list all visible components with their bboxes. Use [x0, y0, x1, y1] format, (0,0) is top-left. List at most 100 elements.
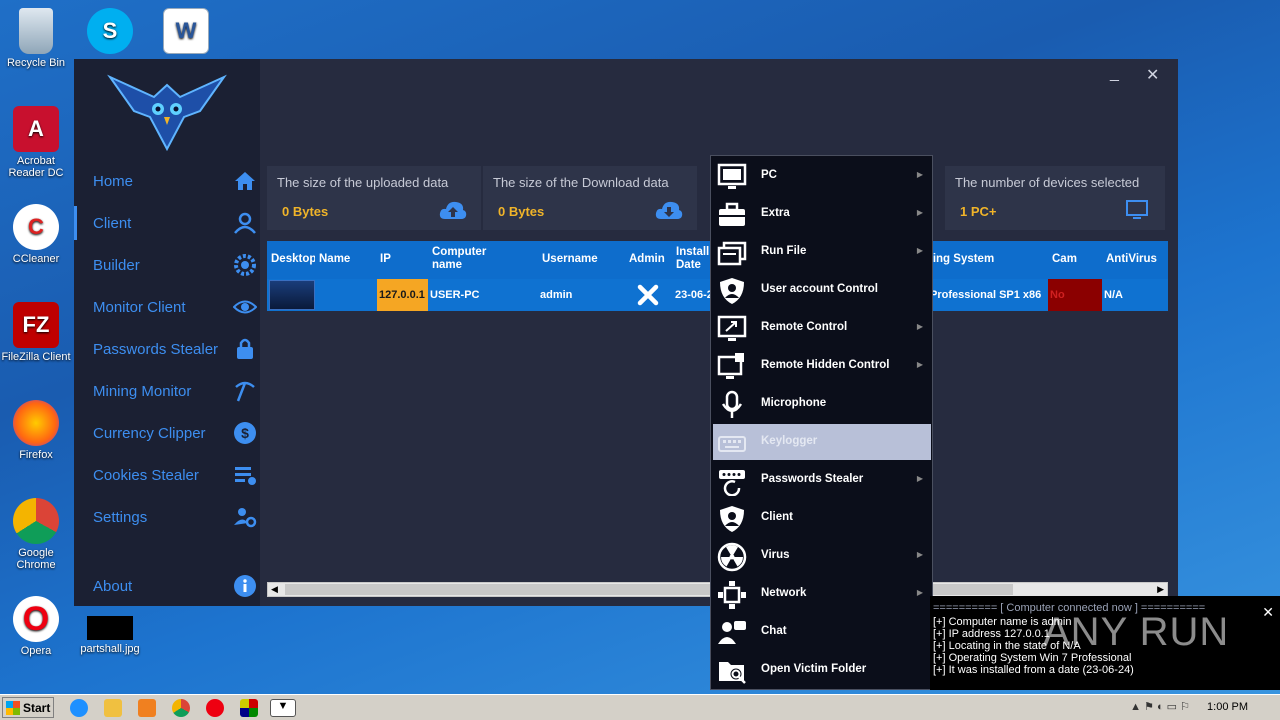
sidebar-item-builder[interactable]: Builder [74, 248, 260, 282]
rat-app-taskbar-icon[interactable]: ▼ [270, 699, 296, 717]
scroll-right-arrow-icon[interactable]: ▶ [1157, 584, 1164, 595]
menu-item-open-victim-folder[interactable]: Open Victim Folder [713, 652, 931, 688]
submenu-arrow-icon: ▶ [916, 550, 923, 559]
menu-item-run-file[interactable]: Run File ▶ [713, 234, 931, 270]
clock: 1:00 PM [1207, 701, 1248, 713]
menu-item-virus[interactable]: Virus ▶ [713, 538, 931, 574]
submenu-arrow-icon: ▶ [916, 208, 923, 217]
menu-item-passwords-stealer[interactable]: Passwords Stealer ▶ [713, 462, 931, 498]
submenu-arrow-icon: ▶ [916, 246, 923, 255]
desktop-icon-acrobat[interactable]: A Acrobat Reader DC [0, 106, 72, 179]
media-player-icon[interactable] [138, 699, 156, 717]
acrobat-icon: A [13, 106, 59, 152]
sidebar-item-passwords-stealer[interactable]: Passwords Stealer [74, 332, 260, 366]
column-computer-name[interactable]: Computer name [432, 246, 502, 272]
desktop-icon-partshall[interactable]: partshall.jpg [74, 616, 146, 655]
taskbar: Start ▼ ▲ ⚑ ◐ ▭ ⚐ 1:00 PM [0, 694, 1280, 720]
explorer-icon[interactable] [104, 699, 122, 717]
user-settings-icon [234, 508, 257, 528]
chrome-taskbar-icon[interactable] [172, 699, 190, 717]
sidebar-item-settings[interactable]: Settings [74, 500, 260, 534]
menu-item-user-account-control[interactable]: User account Control [713, 272, 931, 308]
cloud-download-icon [655, 201, 683, 219]
lock-icon [237, 338, 253, 359]
desktop-icon-opera[interactable]: O Opera [0, 596, 72, 657]
username-value: admin [540, 289, 573, 301]
devices-selected-card: The number of devices selected 1 PC+ [945, 166, 1165, 230]
desktop-icon-skype[interactable]: S [74, 8, 146, 57]
app-taskbar-icon[interactable] [240, 699, 258, 717]
desktop-icon-chrome[interactable]: Google Chrome [0, 498, 72, 571]
column-install-date[interactable]: Install Date [676, 246, 712, 272]
home-icon [235, 172, 255, 190]
menu-item-network[interactable]: Network ▶ [713, 576, 931, 612]
svg-text:$: $ [241, 425, 249, 441]
ie-icon[interactable] [70, 699, 88, 717]
scroll-left-arrow-icon[interactable]: ◀ [271, 584, 278, 595]
menu-item-client[interactable]: Client [713, 500, 931, 536]
column-ip[interactable]: IP [380, 253, 391, 265]
remote-screen-icon [717, 315, 747, 341]
column-operating-system[interactable]: ting System [929, 253, 994, 265]
menu-item-keylogger[interactable]: Keylogger [713, 424, 931, 460]
sidebar-item-mining-monitor[interactable]: Mining Monitor [74, 374, 260, 408]
column-name[interactable]: Name [319, 253, 350, 265]
opera-taskbar-icon[interactable] [206, 699, 224, 717]
submenu-arrow-icon: ▶ [916, 170, 923, 179]
sidebar-item-client[interactable]: Client [74, 206, 260, 240]
close-button[interactable]: ✕ [1146, 65, 1159, 85]
windows-logo-icon [6, 700, 20, 715]
menu-item-microphone[interactable]: Microphone [713, 386, 931, 422]
chrome-icon [13, 498, 59, 544]
chat-icon [718, 621, 746, 644]
ip-value: 127.0.0.1 [379, 289, 425, 301]
anyrun-watermark: ANY RUN [1043, 610, 1230, 654]
os-value: Professional SP1 x86 [930, 289, 1042, 301]
uploaded-data-card: The size of the uploaded data 0 Bytes [267, 166, 481, 230]
sidebar-item-monitor-client[interactable]: Monitor Client [74, 290, 260, 324]
folder-search-icon [719, 662, 746, 684]
monitor-icon [717, 163, 747, 189]
menu-item-remote-control[interactable]: Remote Control ▶ [713, 310, 931, 346]
pickaxe-icon [235, 381, 255, 402]
menu-item-remote-hidden-control[interactable]: Remote Hidden Control ▶ [713, 348, 931, 384]
radiation-icon [717, 542, 747, 572]
image-file-icon [87, 616, 133, 640]
user-icon [234, 212, 256, 234]
close-icon[interactable]: ✕ [1262, 604, 1274, 621]
desktop-icon-firefox[interactable]: Firefox [0, 400, 72, 461]
gear-icon [234, 254, 256, 276]
sidebar-item-about[interactable]: About [74, 569, 260, 603]
rat-app-window: Home Client Builder Monitor Client Passw… [74, 59, 1178, 606]
column-cam[interactable]: Cam [1052, 253, 1077, 265]
menu-item-pc[interactable]: PC ▶ [713, 158, 931, 194]
microphone-icon [721, 390, 743, 418]
sidebar-item-cookies-stealer[interactable]: Cookies Stealer [74, 458, 260, 492]
menu-item-extra[interactable]: Extra ▶ [713, 196, 931, 232]
cloud-upload-icon [439, 201, 467, 219]
column-admin[interactable]: Admin [629, 253, 665, 265]
start-button[interactable]: Start [2, 697, 54, 718]
opera-icon: O [13, 596, 59, 642]
keyboard-icon [718, 436, 746, 452]
word-document-icon: W [163, 8, 209, 54]
desktop-icon-filezilla[interactable]: FZ FileZilla Client [0, 302, 72, 363]
sidebar-item-home[interactable]: Home [74, 164, 260, 198]
desktop-icon-recycle-bin[interactable]: Recycle Bin [0, 8, 72, 69]
column-username[interactable]: Username [542, 253, 598, 265]
menu-item-chat[interactable]: Chat [713, 614, 931, 650]
window-icon [717, 241, 747, 266]
submenu-arrow-icon: ▶ [916, 588, 923, 597]
ccleaner-icon: C [13, 204, 59, 250]
desktop-icon-word-doc[interactable]: W [150, 8, 222, 57]
desktop-icon-ccleaner[interactable]: C CCleaner [0, 204, 72, 265]
sidebar-item-currency-clipper[interactable]: Currency Clipper $ [74, 416, 260, 450]
submenu-arrow-icon: ▶ [916, 474, 923, 483]
list-icon [235, 467, 256, 485]
minimize-button[interactable]: _ [1110, 65, 1119, 83]
client-context-menu: PC ▶ Extra ▶ Run File ▶ User account Con… [710, 155, 933, 690]
desktop-thumbnail [269, 280, 315, 310]
column-desktop[interactable]: Desktop [271, 253, 315, 265]
column-antivirus[interactable]: AntiVirus [1106, 253, 1157, 265]
dollar-icon: $ [234, 422, 256, 444]
